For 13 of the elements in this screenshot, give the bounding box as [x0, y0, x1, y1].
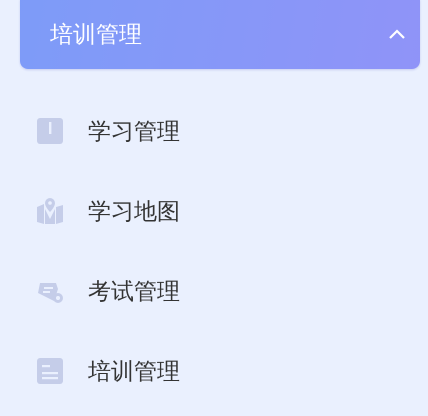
menu-item[interactable]: 学习地图: [20, 171, 420, 251]
document-icon: [36, 357, 64, 385]
menu-item-label: 培训管理: [88, 358, 180, 386]
menu-item[interactable]: 培训管理: [20, 331, 420, 411]
caret-up-icon: [388, 28, 406, 40]
menu-item-label: 考试管理: [88, 278, 180, 306]
menu-group-title: 培训管理: [50, 20, 142, 50]
menu-item-label: 学习管理: [88, 118, 180, 146]
book-icon: [36, 117, 64, 145]
menu-item-label: 学习地图: [88, 198, 180, 226]
map-pin-icon: [36, 197, 64, 225]
menu-item[interactable]: 考试管理: [20, 251, 420, 331]
menu-item[interactable]: 学习管理: [20, 91, 420, 171]
